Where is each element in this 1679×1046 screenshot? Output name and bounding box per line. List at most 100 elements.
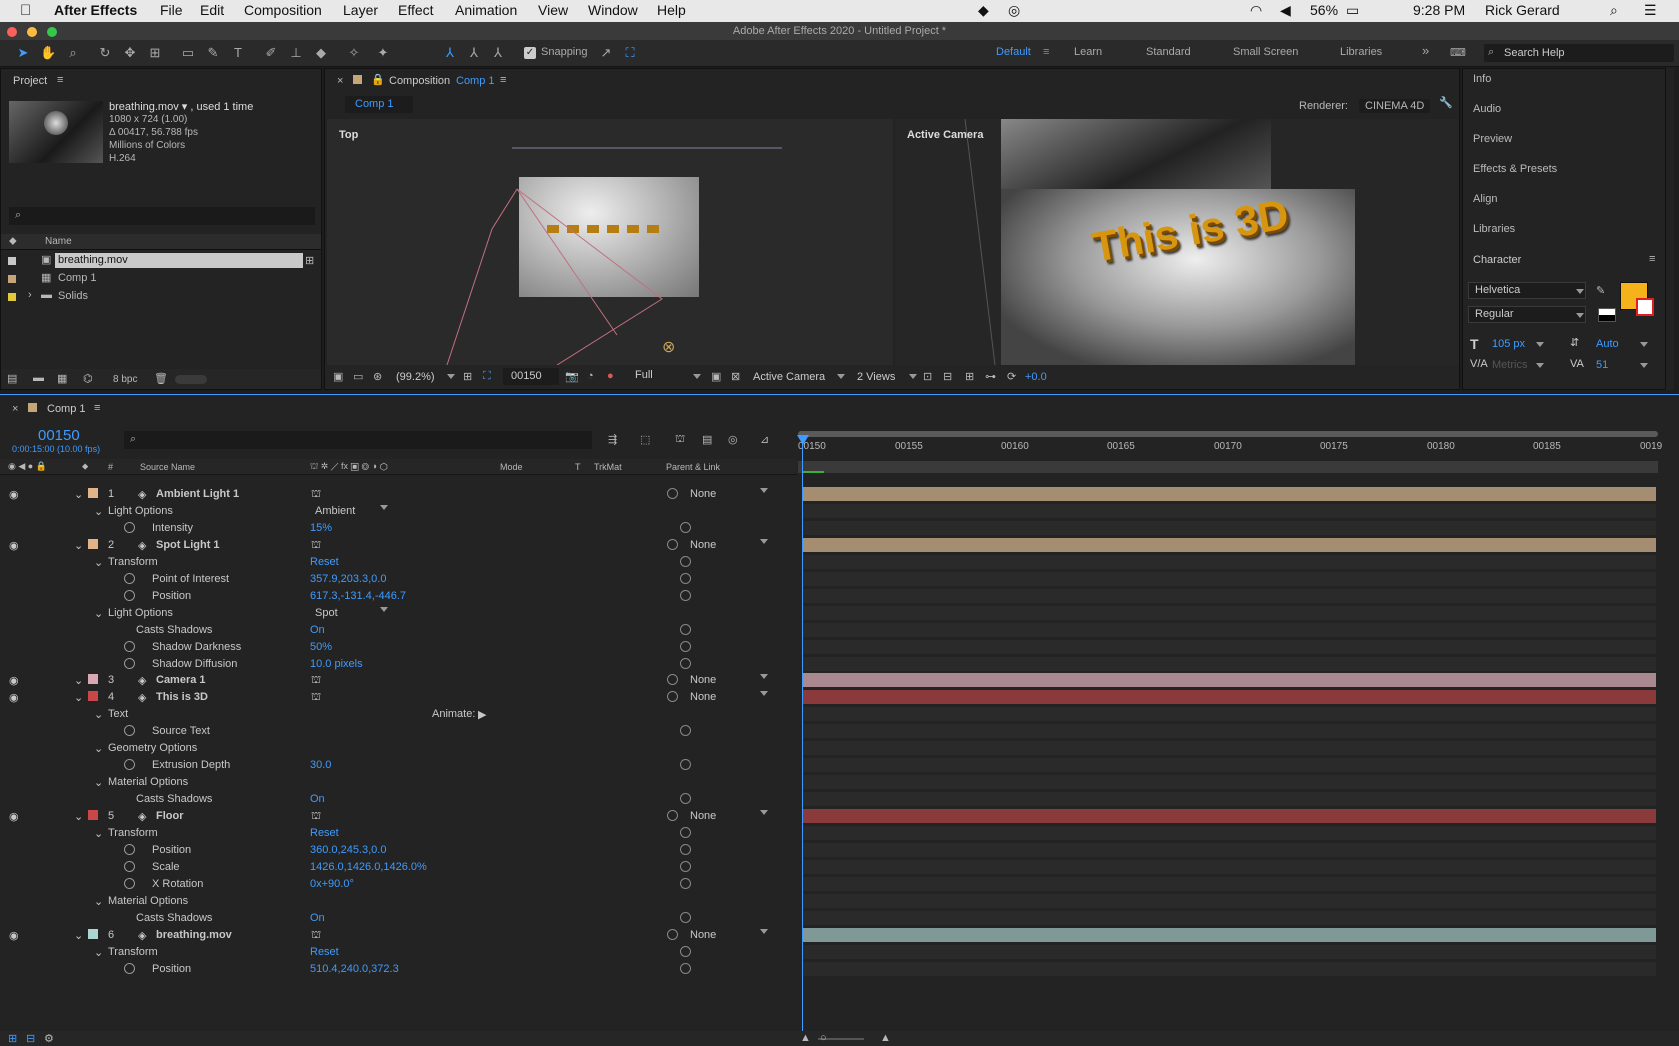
active-camera-view[interactable]: Active Camera This is 3D (895, 119, 1459, 365)
stopwatch-icon[interactable] (124, 725, 135, 736)
property-row[interactable]: Extrusion Depth 30.0 (0, 757, 797, 774)
twirl-down-icon[interactable]: ⌄ (74, 488, 83, 501)
right-scrollbar[interactable] (1666, 68, 1674, 390)
keyframe-track[interactable] (803, 843, 1656, 857)
parent-dropdown[interactable]: None (690, 539, 716, 551)
layer-label-color[interactable] (88, 674, 98, 684)
twirl-down-icon[interactable]: ⌄ (94, 776, 103, 789)
layer-row[interactable]: ◉ ⌄ 6 ◈ breathing.mov ⛫ None (0, 927, 797, 944)
parent-dropdown-icon[interactable] (760, 488, 768, 493)
property-value[interactable]: Reset (310, 946, 339, 958)
preview-panel-tab[interactable]: Preview (1473, 126, 1663, 152)
animate-add-icon[interactable]: ▶ (478, 708, 486, 721)
parent-dropdown[interactable]: None (690, 674, 716, 686)
keyframe-track[interactable] (803, 606, 1656, 620)
timeline-icon[interactable]: ⊞ (965, 370, 974, 383)
twirl-down-icon[interactable]: ⌄ (94, 742, 103, 755)
layer-duration-bar[interactable] (803, 487, 1656, 501)
type-tool-icon[interactable]: T (230, 45, 246, 61)
layer-duration-bar[interactable] (803, 928, 1656, 942)
label-color[interactable] (8, 257, 16, 265)
info-panel-tab[interactable]: Info (1473, 66, 1663, 92)
property-row[interactable]: ⌄ Light Options Spot (0, 605, 797, 622)
apple-icon[interactable]:  (20, 2, 31, 19)
expression-pick-whip-icon[interactable] (680, 522, 691, 533)
twirl-down-icon[interactable]: ⌄ (74, 691, 83, 704)
expression-pick-whip-icon[interactable] (680, 912, 691, 923)
twirl-down-icon[interactable]: ⌄ (74, 674, 83, 687)
panel-menu-icon[interactable]: ≡ (57, 74, 63, 86)
volume-icon[interactable]: ◀ (1280, 2, 1291, 19)
property-value[interactable]: 360.0,245.3,0.0 (310, 844, 386, 856)
layer-duration-bar[interactable] (803, 673, 1656, 687)
rectangle-tool-icon[interactable]: ▭ (180, 45, 196, 61)
kerning-value[interactable]: Metrics (1492, 359, 1527, 371)
property-row[interactable]: ⌄ Material Options (0, 774, 797, 791)
modes-toggle-icon[interactable]: ⚙ (44, 1032, 54, 1045)
keyframe-track[interactable] (803, 724, 1656, 738)
menu-view[interactable]: View (538, 2, 568, 18)
leading-value[interactable]: Auto (1596, 338, 1619, 350)
twirl-down-icon[interactable]: ⌄ (94, 505, 103, 518)
workspace-learn[interactable]: Learn (1074, 46, 1102, 58)
keyframe-track[interactable] (803, 792, 1656, 806)
leading-dropdown-icon[interactable] (1640, 342, 1648, 347)
stopwatch-icon[interactable] (124, 641, 135, 652)
expression-pick-whip-icon[interactable] (680, 827, 691, 838)
project-item-solids[interactable]: › ▬ Solids (1, 288, 321, 305)
parent-dropdown[interactable]: None (690, 488, 716, 500)
menu-help[interactable]: Help (657, 2, 686, 18)
comp-subtab[interactable]: Comp 1 (345, 96, 413, 113)
project-item-comp[interactable]: ▦ Comp 1 (1, 270, 321, 287)
timeline-tab[interactable]: Comp 1 (47, 403, 86, 415)
camera-view-dropdown[interactable]: Active Camera (753, 371, 825, 383)
property-value[interactable]: On (310, 793, 325, 805)
creative-cloud-icon[interactable]: ◎ (1008, 2, 1020, 19)
layer-name[interactable]: This is 3D (156, 691, 208, 703)
font-dropdown-icon[interactable] (1576, 289, 1584, 294)
composition-tab-prefix[interactable]: Composition (389, 75, 450, 87)
pick-whip-icon[interactable] (667, 810, 678, 821)
keyframe-track[interactable] (803, 962, 1656, 976)
more-workspaces-icon[interactable]: » (1422, 43, 1429, 58)
camera-icon[interactable]: ⊗ (662, 337, 675, 357)
keyframe-track[interactable] (803, 758, 1656, 772)
layer-label-color[interactable] (88, 691, 98, 701)
menu-layer[interactable]: Layer (343, 2, 378, 18)
keyframe-track[interactable] (803, 589, 1656, 603)
expression-pick-whip-icon[interactable] (680, 624, 691, 635)
current-time-field[interactable]: 00150 (503, 368, 559, 385)
layer-label-color[interactable] (88, 810, 98, 820)
pick-whip-icon[interactable] (667, 674, 678, 685)
property-value[interactable]: Ambient (315, 505, 355, 517)
property-value[interactable]: On (310, 912, 325, 924)
roto-brush-tool-icon[interactable]: ✧ (346, 45, 362, 61)
resolution-dropdown[interactable]: Full (629, 368, 703, 385)
monitor-icon[interactable]: ▭ (353, 370, 363, 383)
expression-pick-whip-icon[interactable] (680, 590, 691, 601)
property-row[interactable]: Position 360.0,245.3,0.0 (0, 842, 797, 859)
keyframe-track[interactable] (803, 572, 1656, 586)
toggle-pixel-aspect-icon[interactable]: ⊡ (923, 370, 932, 383)
property-row[interactable]: Point of Interest 357.9,203.3,0.0 (0, 571, 797, 588)
property-row[interactable]: ⌄ Transform Reset (0, 554, 797, 571)
graph-editor-icon[interactable]: ⊿ (760, 433, 769, 446)
project-settings-icon[interactable]: ⌬ (83, 372, 93, 385)
property-row[interactable]: Intensity 15% (0, 520, 797, 537)
layer-duration-bar[interactable] (803, 690, 1656, 704)
app-name[interactable]: After Effects (54, 2, 137, 18)
mask-visibility-icon[interactable]: ⊛ (373, 370, 382, 383)
shy-layers-icon[interactable]: ⛫ (675, 433, 685, 447)
keyboard-icon[interactable]: ⌨ (1450, 46, 1466, 59)
twirl-down-icon[interactable]: ⌄ (94, 895, 103, 908)
property-value[interactable]: 15% (310, 522, 332, 534)
user-name[interactable]: Rick Gerard (1485, 2, 1560, 18)
interpret-footage-icon[interactable]: ▤ (7, 372, 17, 385)
workspace-libraries[interactable]: Libraries (1340, 46, 1382, 58)
eyedropper-icon[interactable]: ✎ (1596, 284, 1605, 297)
zoom-in-icon[interactable]: ▲ (880, 1032, 891, 1044)
property-row[interactable]: Scale 1426.0,1426.0,1426.0% (0, 859, 797, 876)
layer-name[interactable]: Floor (156, 810, 184, 822)
font-size-value[interactable]: 105 px (1492, 338, 1525, 350)
lock-icon[interactable]: 🔒 (371, 73, 385, 86)
